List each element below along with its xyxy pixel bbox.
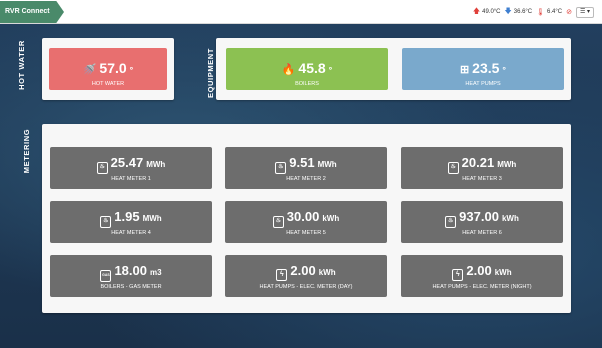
heat-meter-icon: ♨	[447, 162, 459, 174]
meter-tile[interactable]: ϟ 2.00 kWh HEAT PUMPS - ELEC. METER (DAY)	[225, 255, 387, 297]
meter-unit: MWh	[142, 214, 162, 223]
meter-tile[interactable]: ♨ 9.51 MWh HEAT METER 2	[225, 147, 387, 189]
arrow-up-icon: 🡅	[472, 7, 481, 15]
metering-panel: ♨ 25.47 MWh HEAT METER 1 ♨ 9.51 MWh HEAT METER …	[42, 124, 571, 313]
shower-icon: 🚿	[82, 64, 97, 76]
meter-unit: kWh	[322, 214, 340, 223]
equipment-section-label: EQUIPMENT	[206, 48, 215, 98]
meter-unit: m3	[149, 268, 162, 277]
heat-pumps-tile[interactable]: ⊞ 23.5 ° HEAT PUMPS	[402, 48, 564, 90]
alarm-icon[interactable]: ⊘	[566, 8, 572, 16]
meter-tile[interactable]: ♨ 20.21 MWh HEAT METER 3	[401, 147, 563, 189]
heat-pump-icon: ⊞	[459, 64, 470, 76]
meter-unit: kWh	[501, 214, 519, 223]
meter-tile[interactable]: ♨ 1.95 MWh HEAT METER 4	[50, 201, 212, 243]
metering-section-label: METERING	[22, 128, 31, 174]
temp-down-status: 🡇 36.6°C	[505, 7, 533, 18]
meter-unit: MWh	[317, 160, 337, 169]
meter-value: 937.00	[459, 209, 499, 224]
meter-tile[interactable]: GAS 18.00 m3 BOILERS - GAS METER	[50, 255, 212, 297]
meter-tile[interactable]: ♨ 30.00 kWh HEAT METER 5	[225, 201, 387, 243]
hot-water-tile[interactable]: 🚿 57.0 ° HOT WATER	[49, 48, 167, 90]
gas-meter-icon: GAS	[100, 270, 112, 282]
brand-logo[interactable]: RVR Connect	[0, 1, 64, 23]
heat-meter-icon: ♨	[272, 216, 284, 228]
temp-up-status: 🡅 49.0°C	[473, 7, 501, 18]
status-temperatures: 🡅 49.0°C 🡇 36.6°C 🌡 6.4°C ⊘ ☰ ▾	[473, 6, 594, 18]
outdoor-temp-status: 🌡 6.4°C	[536, 9, 563, 16]
menu-dropdown-button[interactable]: ☰ ▾	[576, 6, 594, 18]
electric-meter-icon: ϟ	[452, 269, 464, 281]
meter-value: 9.51	[289, 155, 315, 170]
meter-unit: MWh	[497, 160, 517, 169]
meter-value: 20.21	[461, 155, 495, 170]
meter-unit: kWh	[494, 268, 512, 277]
flame-icon: 🔥	[281, 64, 296, 76]
meter-unit: kWh	[318, 268, 336, 277]
meter-label: HEAT METER 5	[286, 230, 326, 236]
heat-meter-icon: ♨	[275, 162, 287, 174]
meter-label: HEAT METER 4	[111, 230, 151, 236]
meter-label: HEAT METER 3	[462, 176, 502, 182]
meter-value: 1.95	[114, 209, 140, 224]
boilers-tile[interactable]: 🔥 45.8 ° BOILERS	[226, 48, 388, 90]
electric-meter-icon: ϟ	[276, 269, 288, 281]
thermometer-icon: 🌡	[536, 9, 546, 16]
meter-tile[interactable]: ♨ 937.00 kWh HEAT METER 6	[401, 201, 563, 243]
meter-label: HEAT METER 1	[111, 176, 151, 182]
meter-label: HEAT METER 2	[286, 176, 326, 182]
heat-meter-icon: ♨	[96, 162, 108, 174]
meter-label: HEAT METER 6	[462, 230, 502, 236]
meter-value: 18.00	[114, 263, 147, 278]
meter-value: 30.00	[286, 209, 320, 224]
meter-value: 2.00	[466, 263, 492, 278]
equipment-panel: 🔥 45.8 ° BOILERS ⊞ 23.5 ° HEAT PUMPS	[216, 38, 571, 100]
meter-label: HEAT PUMPS - ELEC. METER (NIGHT)	[432, 284, 532, 290]
arrow-down-icon: 🡇	[504, 7, 512, 15]
meter-tile[interactable]: ♨ 25.47 MWh HEAT METER 1	[50, 147, 212, 189]
top-bar: RVR Connect 🡅 49.0°C 🡇 36.6°C 🌡 6.4°C ⊘ …	[0, 0, 602, 24]
meter-value: 2.00	[290, 263, 316, 278]
hot-water-section-label: HOT WATER	[17, 40, 26, 90]
meter-unit: MWh	[146, 160, 166, 169]
meter-label: HEAT PUMPS - ELEC. METER (DAY)	[259, 284, 353, 290]
meter-label: BOILERS - GAS METER	[100, 284, 162, 290]
meter-value: 25.47	[110, 155, 144, 170]
heat-meter-icon: ♨	[100, 216, 112, 228]
heat-meter-icon: ♨	[445, 216, 457, 228]
hot-water-panel: 🚿 57.0 ° HOT WATER	[42, 38, 174, 100]
meter-tile[interactable]: ϟ 2.00 kWh HEAT PUMPS - ELEC. METER (NIGHT)	[401, 255, 563, 297]
